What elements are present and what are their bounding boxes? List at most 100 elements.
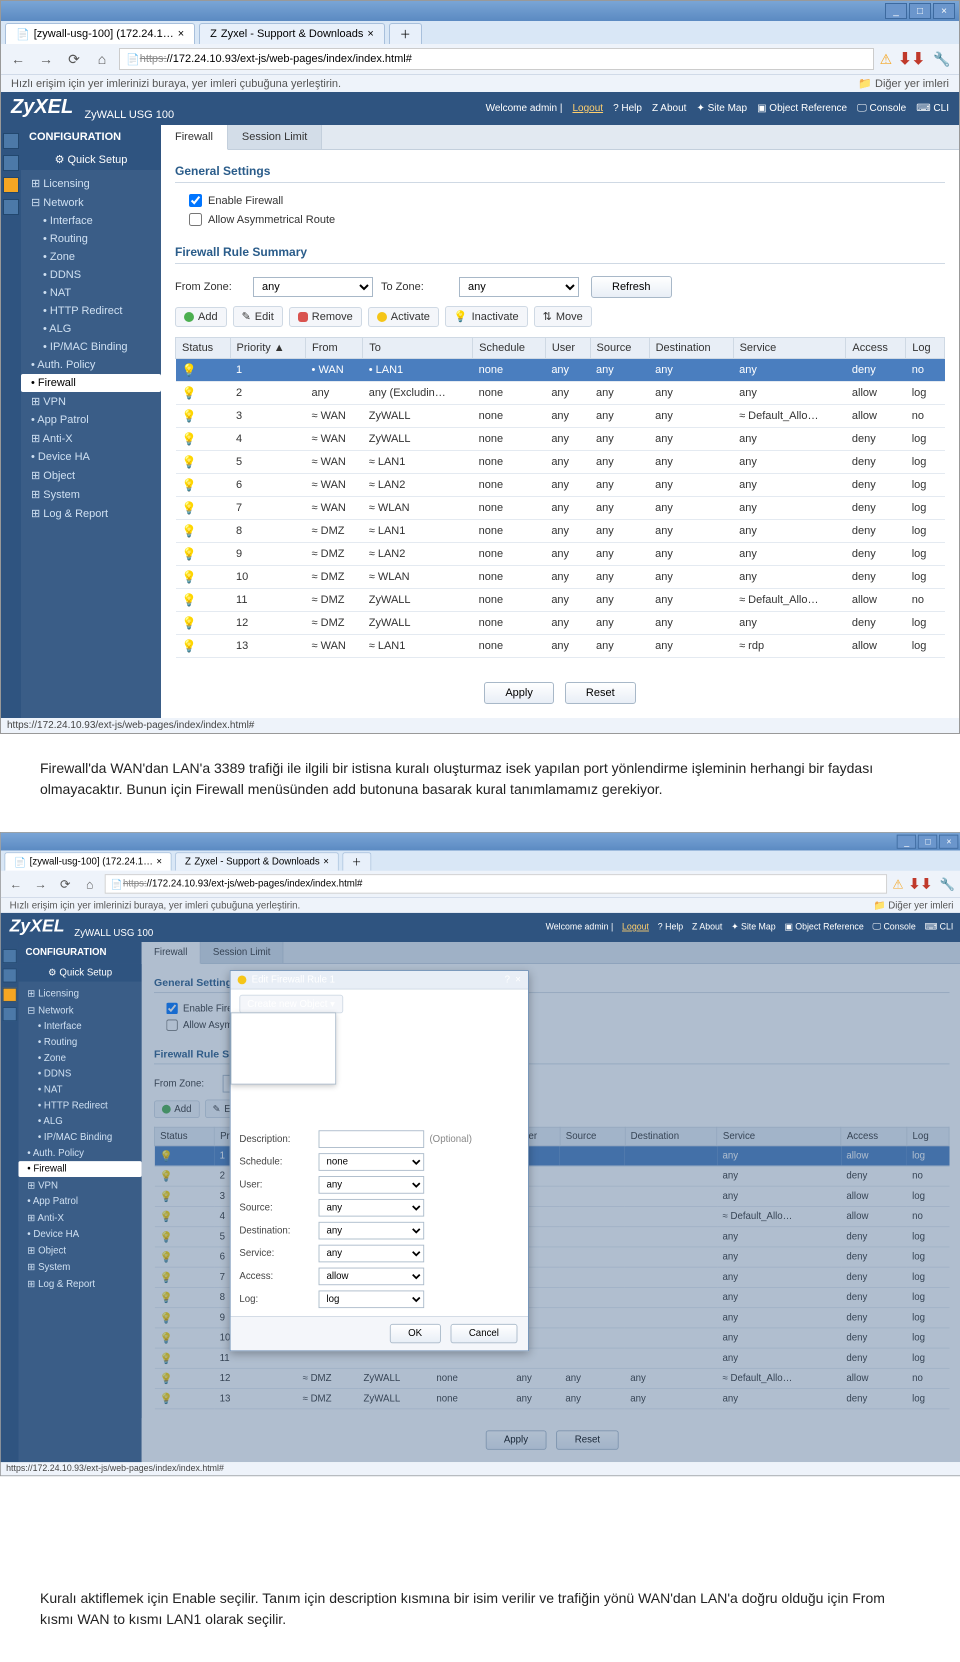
col-header[interactable]: Status [154, 1127, 214, 1145]
description-input[interactable] [319, 1130, 425, 1148]
table-row[interactable]: 💡1• WAN• LAN1noneanyanyanyanydenyno [176, 359, 945, 382]
reload-icon-2[interactable]: ⟳ [55, 874, 74, 893]
console-link[interactable]: 🖵 Console [857, 103, 906, 114]
sidebar-item-zone[interactable]: • Zone [18, 1050, 141, 1066]
table-row[interactable]: 💡8≈ DMZ≈ LAN1noneanyanyanyanydenylog [176, 520, 945, 543]
col-header[interactable]: Status [176, 338, 231, 359]
table-row[interactable]: 💡6≈ WAN≈ LAN2noneanyanyanyanydenylog [176, 474, 945, 497]
sidebar-item-device-ha[interactable]: • Device HA [18, 1226, 141, 1242]
sidebar-item-vpn[interactable]: ⊞ VPN [18, 1177, 141, 1194]
source-select[interactable]: any [319, 1199, 425, 1217]
sidebar-item-routing[interactable]: • Routing [18, 1034, 141, 1050]
dialog-ok-button[interactable]: OK [390, 1324, 441, 1343]
col-header[interactable]: Service [717, 1127, 841, 1145]
sidebar-item-http-redirect[interactable]: • HTTP Redirect [18, 1098, 141, 1114]
col-header[interactable]: User [545, 338, 590, 359]
window-min-button-2[interactable]: _ [897, 835, 916, 849]
rail-icon-1[interactable] [3, 133, 19, 149]
sidebar-item-network[interactable]: ⊟ Network [21, 193, 161, 212]
reset-button[interactable]: Reset [565, 682, 636, 704]
dialog-close-icon[interactable]: × [515, 975, 521, 986]
col-header[interactable]: Log [907, 1127, 950, 1145]
dd-service[interactable]: Service [231, 1048, 335, 1066]
destination-select[interactable]: any [319, 1222, 425, 1240]
tab-session-limit[interactable]: Session Limit [228, 125, 322, 149]
table-row[interactable]: 💡4≈ WANZyWALLnoneanyanyanyanydenylog [176, 428, 945, 451]
col-header[interactable]: From [306, 338, 363, 359]
objref-link[interactable]: ▣ Object Reference [757, 103, 847, 114]
rail-icon-4[interactable] [3, 199, 19, 215]
forward-icon[interactable]: → [35, 48, 57, 70]
add-button[interactable]: Add [175, 307, 227, 327]
log-select[interactable]: log [319, 1290, 425, 1308]
browser-tab-2[interactable]: Z Zyxel - Support & Downloads × [199, 23, 385, 44]
col-header[interactable]: Priority ▲ [230, 338, 306, 359]
browser-new-tab-2[interactable]: ＋ [342, 852, 371, 870]
sidebar-item-zone[interactable]: • Zone [21, 248, 161, 266]
create-object-dropdown[interactable]: Create new Object ▾ [239, 995, 343, 1013]
logout-link-2[interactable]: Logout [622, 923, 649, 933]
sidebar-item-interface[interactable]: • Interface [21, 212, 161, 230]
sidebar-item-alg[interactable]: • ALG [18, 1114, 141, 1130]
col-header[interactable]: Service [733, 338, 846, 359]
schedule-select[interactable]: none [319, 1153, 425, 1171]
quick-setup[interactable]: ⚙ Quick Setup [21, 149, 161, 170]
forward-icon-2[interactable]: → [31, 874, 50, 893]
edit-button[interactable]: ✎ Edit [233, 306, 283, 327]
enable-firewall-checkbox[interactable] [189, 194, 202, 207]
sidebar-item-log-report[interactable]: ⊞ Log & Report [21, 504, 161, 523]
sidebar-item-object[interactable]: ⊞ Object [18, 1242, 141, 1259]
wrench-icon-2[interactable]: 🔧 [938, 874, 957, 893]
table-row[interactable]: 💡12≈ DMZZyWALLnoneanyanyanyanydenylog [176, 612, 945, 635]
col-header[interactable]: Destination [649, 338, 733, 359]
sidebar-item-firewall[interactable]: • Firewall [21, 374, 161, 392]
refresh-button[interactable]: Refresh [591, 276, 672, 298]
table-row[interactable]: 💡5≈ WAN≈ LAN1noneanyanyanyanydenylog [176, 451, 945, 474]
table-row[interactable]: 💡12≈ DMZZyWALLnoneanyanyany≈ Default_All… [154, 1368, 949, 1388]
move-button[interactable]: ⇅ Move [534, 306, 592, 327]
back-icon[interactable]: ← [7, 48, 29, 70]
download-indicator-icon-2[interactable]: ⬇⬇ [909, 875, 933, 893]
help-link[interactable]: ? Help [613, 103, 642, 114]
dd-address[interactable]: Address [231, 1031, 335, 1049]
service-select[interactable]: any [319, 1245, 425, 1263]
table-row[interactable]: 💡13≈ DMZZyWALLnoneanyanyanyanydenylog [154, 1389, 949, 1409]
sidebar-item-ip-mac-binding[interactable]: • IP/MAC Binding [21, 338, 161, 356]
browser-tab-2b[interactable]: Z Zyxel - Support & Downloads × [175, 852, 338, 870]
sidebar-item-auth-policy[interactable]: • Auth. Policy [21, 356, 161, 374]
sidebar-item-licensing[interactable]: ⊞ Licensing [18, 985, 141, 1002]
window-min-button[interactable]: _ [885, 3, 907, 19]
sidebar-item-anti-x[interactable]: ⊞ Anti-X [18, 1210, 141, 1227]
sidebar-item-alg[interactable]: • ALG [21, 320, 161, 338]
about-link[interactable]: Z About [652, 103, 686, 114]
sidebar-item-anti-x[interactable]: ⊞ Anti-X [21, 429, 161, 448]
apply-button[interactable]: Apply [484, 682, 554, 704]
window-max-button[interactable]: □ [909, 3, 931, 19]
address-bar-2[interactable]: 📄 https://172.24.10.93/ext-js/web-pages/… [105, 874, 887, 893]
dialog-cancel-button[interactable]: Cancel [450, 1324, 517, 1343]
sidebar-item-auth-policy[interactable]: • Auth. Policy [18, 1145, 141, 1161]
table-row[interactable]: 💡2anyany (Excludin…noneanyanyanyanyallow… [176, 382, 945, 405]
col-header[interactable]: Schedule [473, 338, 546, 359]
sidebar-item-log-report[interactable]: ⊞ Log & Report [18, 1276, 141, 1293]
sidebar-item-app-patrol[interactable]: • App Patrol [18, 1194, 141, 1210]
sidebar-item-system[interactable]: ⊞ System [18, 1259, 141, 1276]
sitemap-link[interactable]: ✦ Site Map [696, 103, 747, 114]
sidebar-item-vpn[interactable]: ⊞ VPN [21, 392, 161, 411]
rail-icon-gear[interactable] [3, 177, 19, 193]
table-row[interactable]: 💡9≈ DMZ≈ LAN2noneanyanyanyanydenylog [176, 543, 945, 566]
cli-link[interactable]: ⌨ CLI [916, 103, 949, 114]
browser-tab-1[interactable]: 📄 [zywall-usg-100] (172.24.1… × [5, 23, 195, 44]
col-header[interactable]: To [363, 338, 473, 359]
sidebar-item-object[interactable]: ⊞ Object [21, 466, 161, 485]
sidebar-item-firewall[interactable]: • Firewall [18, 1161, 141, 1177]
col-header[interactable]: Destination [625, 1127, 717, 1145]
table-row[interactable]: 💡13≈ WAN≈ LAN1noneanyanyany≈ rdpallowlog [176, 635, 945, 658]
sidebar-item-interface[interactable]: • Interface [18, 1019, 141, 1035]
logout-link[interactable]: Logout [572, 103, 603, 114]
sidebar-item-ddns[interactable]: • DDNS [18, 1066, 141, 1082]
window-max-button-2[interactable]: □ [918, 835, 937, 849]
back-icon-2[interactable]: ← [6, 874, 25, 893]
allow-asym-checkbox[interactable] [189, 213, 202, 226]
wrench-icon[interactable]: 🔧 [931, 48, 953, 70]
